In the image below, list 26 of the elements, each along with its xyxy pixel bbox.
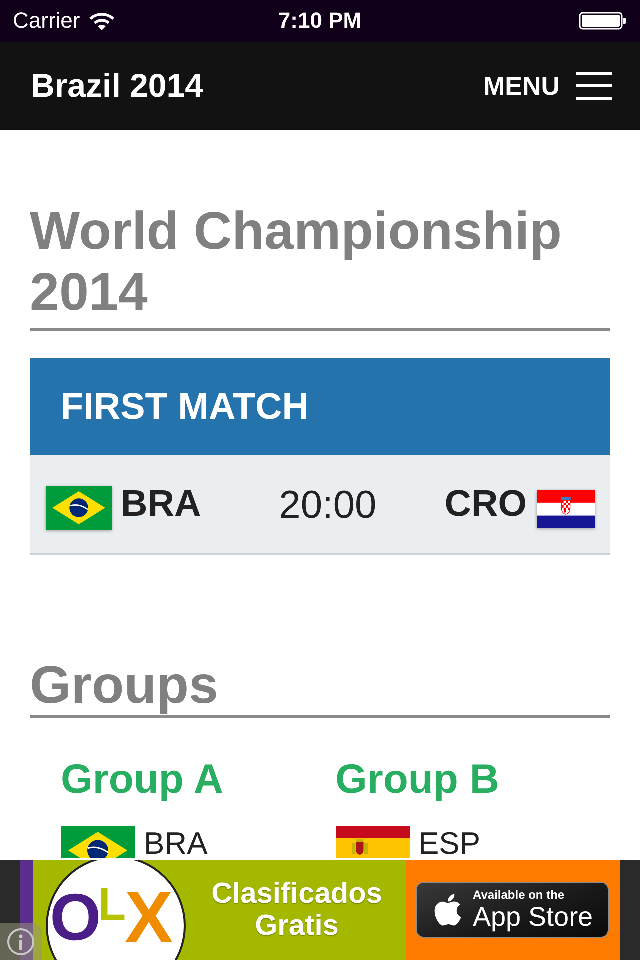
carrier-name: Carrier bbox=[13, 8, 80, 34]
match-card-header: FIRST MATCH bbox=[30, 358, 610, 455]
apple-icon bbox=[432, 892, 464, 928]
site-title[interactable]: Brazil 2014 bbox=[31, 66, 204, 106]
menu-icon bbox=[576, 72, 612, 100]
menu-button[interactable]: MENU bbox=[483, 71, 612, 101]
wifi-icon bbox=[89, 12, 116, 30]
group-name: Group B bbox=[336, 755, 500, 803]
info-icon[interactable] bbox=[0, 923, 42, 960]
flag-icon bbox=[46, 486, 112, 530]
match-time: 20:00 bbox=[279, 484, 377, 528]
team-code: ESP bbox=[418, 830, 481, 858]
team-code: BRA bbox=[121, 483, 202, 525]
flag-icon bbox=[536, 490, 595, 528]
group-name: Group A bbox=[61, 755, 224, 803]
clock-time: 7:10 PM bbox=[278, 8, 362, 34]
app-store-button[interactable]: Available on the App Store bbox=[416, 882, 609, 938]
team-code: BRA bbox=[144, 830, 208, 858]
section-heading: Groups bbox=[30, 657, 610, 718]
page-heading: World Championship 2014 bbox=[30, 201, 610, 331]
flag-icon bbox=[61, 826, 135, 858]
match-row[interactable]: BRA 20:00 CRO bbox=[30, 455, 610, 555]
promo-text: Clasificados Gratis bbox=[210, 878, 384, 942]
team-code: CRO bbox=[444, 483, 527, 525]
flag-icon bbox=[336, 826, 410, 858]
battery-icon bbox=[579, 12, 627, 30]
